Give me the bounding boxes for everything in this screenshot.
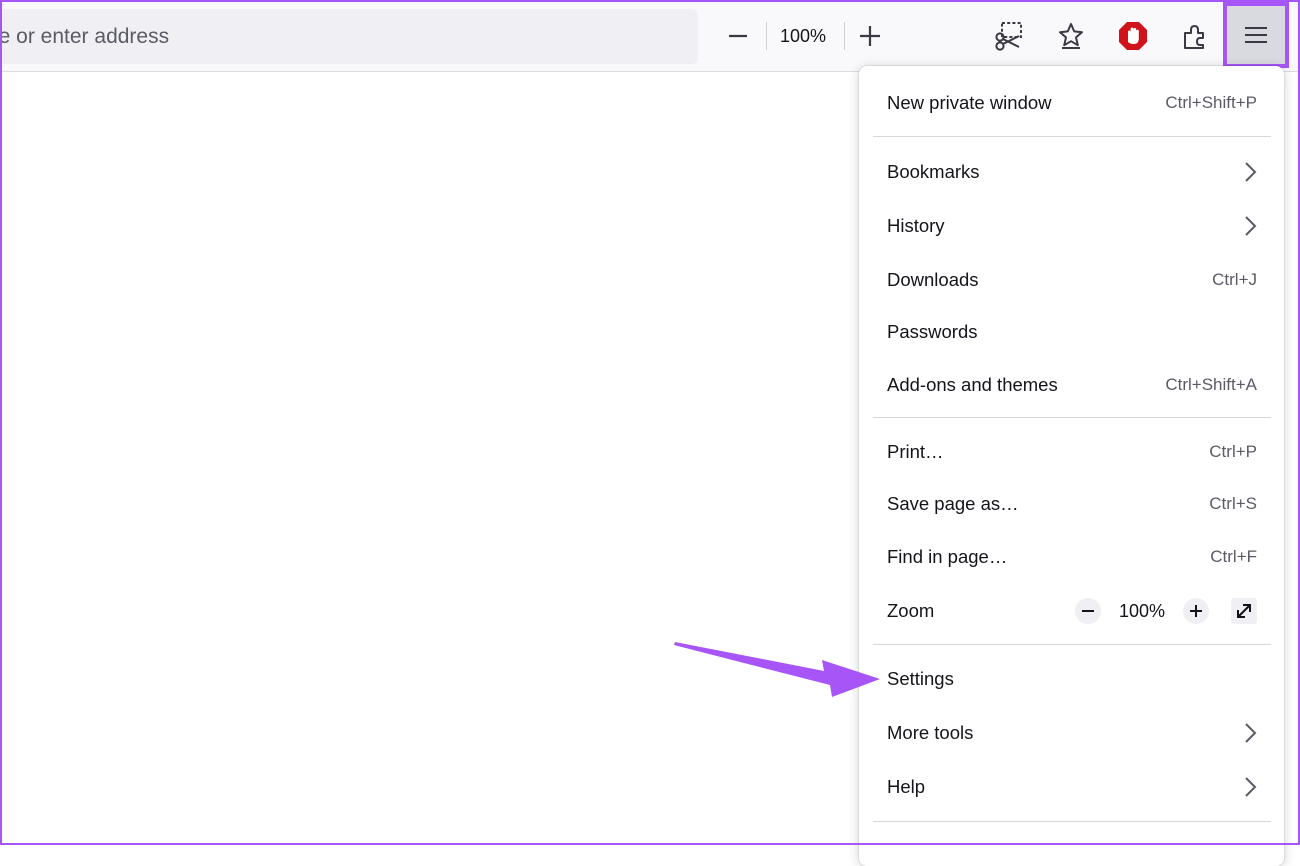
- screenshot-button[interactable]: [989, 16, 1029, 56]
- menu-item-settings[interactable]: Settings: [873, 655, 1271, 703]
- menu-item-shortcut: Ctrl+Shift+A: [1165, 375, 1257, 394]
- menu-item-new-private-window[interactable]: New private window Ctrl+Shift+P: [873, 79, 1271, 127]
- menu-item-zoom: Zoom 100%: [873, 587, 1271, 635]
- menu-separator: [873, 136, 1271, 137]
- menu-item-shortcut: Ctrl+F: [1210, 547, 1257, 566]
- menu-item-shortcut: Ctrl+S: [1209, 494, 1257, 513]
- menu-separator: [873, 821, 1271, 822]
- adblock-extension-button[interactable]: [1113, 16, 1153, 56]
- chevron-right-icon: [1243, 215, 1257, 237]
- menu-separator: [873, 417, 1271, 418]
- menu-zoom-in-button[interactable]: [1183, 598, 1209, 624]
- menu-item-print[interactable]: Print… Ctrl+P: [873, 428, 1271, 476]
- menu-item-label: Print…: [887, 441, 944, 462]
- menu-item-shortcut: Ctrl+P: [1209, 442, 1257, 461]
- menu-item-label: Downloads: [887, 269, 979, 290]
- menu-zoom-out-button[interactable]: [1075, 598, 1101, 624]
- menu-item-label: Save page as…: [887, 493, 1019, 514]
- toolbar-separator: [844, 22, 845, 50]
- menu-item-shortcut: Ctrl+Shift+P: [1165, 93, 1257, 112]
- bookmark-page-button[interactable]: [1051, 16, 1091, 56]
- screenshot-scissors-icon: [995, 22, 1022, 51]
- address-bar[interactable]: [0, 9, 698, 64]
- menu-item-downloads[interactable]: Downloads Ctrl+J: [873, 256, 1271, 304]
- menu-item-shortcut: Ctrl+J: [1212, 270, 1257, 289]
- menu-zoom-reset-button[interactable]: 100%: [1101, 601, 1183, 622]
- stop-hand-icon: [1119, 22, 1147, 50]
- menu-item-label: New private window: [887, 92, 1052, 113]
- menu-item-passwords[interactable]: Passwords: [873, 308, 1271, 356]
- zoom-in-button[interactable]: [853, 19, 887, 53]
- annotation-arrow: [674, 642, 880, 697]
- menu-item-bookmarks[interactable]: Bookmarks: [873, 148, 1271, 196]
- menu-item-history[interactable]: History: [873, 202, 1271, 250]
- menu-item-label: Zoom: [887, 600, 935, 621]
- zoom-controls: 100%: [1075, 598, 1257, 624]
- menu-item-label: Bookmarks: [887, 161, 980, 182]
- chevron-right-icon: [1243, 776, 1257, 798]
- bookmark-star-icon: [1059, 23, 1083, 49]
- fullscreen-icon: [1237, 604, 1251, 618]
- menu-separator: [873, 644, 1271, 645]
- hamburger-menu-icon: [1245, 27, 1267, 43]
- chevron-right-icon: [1243, 722, 1257, 744]
- menu-item-label: Help: [887, 776, 926, 797]
- menu-item-label: Find in page…: [887, 546, 1008, 567]
- zoom-out-button[interactable]: [721, 19, 755, 53]
- menu-item-label: Add-ons and themes: [887, 374, 1058, 395]
- menu-item-label: Settings: [887, 668, 954, 689]
- address-input[interactable]: [0, 9, 698, 64]
- menu-item-label: More tools: [887, 722, 974, 743]
- extensions-button[interactable]: [1175, 16, 1215, 56]
- puzzle-piece-icon: [1184, 25, 1204, 49]
- minus-icon: [1082, 610, 1094, 612]
- zoom-level-button[interactable]: 100%: [772, 22, 834, 50]
- menu-item-label: Passwords: [887, 321, 978, 342]
- plus-icon: [860, 26, 880, 46]
- toolbar-separator: [766, 22, 767, 50]
- menu-item-more-tools[interactable]: More tools: [873, 709, 1271, 757]
- minus-icon: [729, 34, 747, 38]
- app-menu-panel: New private window Ctrl+Shift+P Bookmark…: [859, 66, 1284, 866]
- menu-item-label: History: [887, 215, 945, 236]
- menu-item-addons-and-themes[interactable]: Add-ons and themes Ctrl+Shift+A: [873, 361, 1271, 409]
- plus-icon: [1190, 605, 1202, 617]
- chevron-right-icon: [1243, 161, 1257, 183]
- app-menu-button[interactable]: [1223, 2, 1289, 68]
- browser-toolbar: 100%: [0, 0, 1300, 72]
- fullscreen-button[interactable]: [1231, 598, 1257, 624]
- menu-item-find-in-page[interactable]: Find in page… Ctrl+F: [873, 533, 1271, 581]
- menu-item-help[interactable]: Help: [873, 763, 1271, 811]
- menu-item-save-page-as[interactable]: Save page as… Ctrl+S: [873, 480, 1271, 528]
